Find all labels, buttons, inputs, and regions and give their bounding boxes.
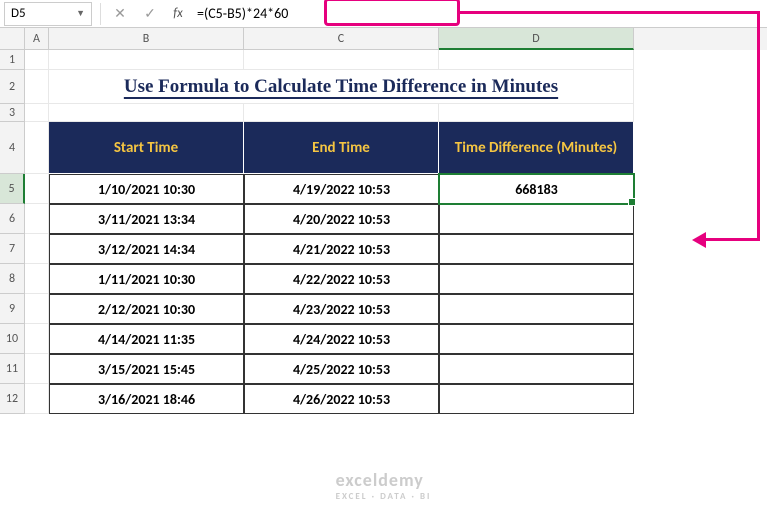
row-header-10[interactable]: 10 <box>0 324 25 354</box>
cell-D12[interactable] <box>439 384 634 414</box>
row-header-7[interactable]: 7 <box>0 234 25 264</box>
cell-A2[interactable] <box>25 70 49 104</box>
row-header-5[interactable]: 5 <box>0 174 25 204</box>
cell-C5[interactable]: 4/19/2022 10:53 <box>244 174 439 204</box>
cell-C10[interactable]: 4/24/2022 10:53 <box>244 324 439 354</box>
cell-B12[interactable]: 3/16/2021 18:46 <box>49 384 244 414</box>
row-5: 5 1/10/2021 10:304/19/2022 10:53668183 <box>0 174 767 204</box>
name-box[interactable]: D5 ▼ <box>4 2 92 26</box>
cell-C3[interactable] <box>244 104 439 122</box>
cell-B8[interactable]: 1/11/2021 10:30 <box>49 264 244 294</box>
cell-B7[interactable]: 3/12/2021 14:34 <box>49 234 244 264</box>
watermark-main: exceldemy <box>336 469 424 491</box>
row-4: 4 Start Time End Time Time Difference (M… <box>0 122 767 174</box>
row-header-12[interactable]: 12 <box>0 384 25 414</box>
cell-D10[interactable] <box>439 324 634 354</box>
chevron-down-icon: ▼ <box>76 8 85 19</box>
cell-A7[interactable] <box>25 234 49 264</box>
cell-C8[interactable]: 4/22/2022 10:53 <box>244 264 439 294</box>
annotation-arrow <box>460 11 760 14</box>
cell-D3[interactable] <box>439 104 634 122</box>
row-3: 3 <box>0 104 767 122</box>
separator <box>100 3 101 25</box>
col-header-C[interactable]: C <box>244 28 439 50</box>
header-end-time[interactable]: End Time <box>244 122 439 174</box>
cancel-icon[interactable]: ✕ <box>105 5 135 22</box>
cell-A6[interactable] <box>25 204 49 234</box>
cell-D9[interactable] <box>439 294 634 324</box>
row-header-1[interactable]: 1 <box>0 50 25 70</box>
cell-C6[interactable]: 4/20/2022 10:53 <box>244 204 439 234</box>
row-header-6[interactable]: 6 <box>0 204 25 234</box>
row-2: 2 Use Formula to Calculate Time Differen… <box>0 70 767 104</box>
name-box-value: D5 <box>11 6 26 21</box>
formula-bar: D5 ▼ ✕ ✓ fx <box>0 0 767 28</box>
cell-A3[interactable] <box>25 104 49 122</box>
cell-C9[interactable]: 4/23/2022 10:53 <box>244 294 439 324</box>
row-1: 1 <box>0 50 767 70</box>
cell-A11[interactable] <box>25 354 49 384</box>
column-headers: A B C D <box>0 28 767 50</box>
row-header-2[interactable]: 2 <box>0 70 25 104</box>
cell-C1[interactable] <box>244 50 439 70</box>
cell-B6[interactable]: 3/11/2021 13:34 <box>49 204 244 234</box>
cell-C11[interactable]: 4/25/2022 10:53 <box>244 354 439 384</box>
cell-D8[interactable] <box>439 264 634 294</box>
col-header-D[interactable]: D <box>439 28 634 50</box>
spreadsheet-grid: A B C D 1 2 Use Formula to Calculate Tim… <box>0 28 767 414</box>
cell-A12[interactable] <box>25 384 49 414</box>
row-12: 12 3/16/2021 18:464/26/2022 10:53 <box>0 384 767 414</box>
row-8: 8 1/11/2021 10:304/22/2022 10:53 <box>0 264 767 294</box>
cell-B11[interactable]: 3/15/2021 15:45 <box>49 354 244 384</box>
col-header-B[interactable]: B <box>49 28 244 50</box>
cell-A9[interactable] <box>25 294 49 324</box>
cell-B3[interactable] <box>49 104 244 122</box>
cell-A5[interactable] <box>25 174 49 204</box>
cell-B5[interactable]: 1/10/2021 10:30 <box>49 174 244 204</box>
cell-B1[interactable] <box>49 50 244 70</box>
row-header-9[interactable]: 9 <box>0 294 25 324</box>
cell-D7[interactable] <box>439 234 634 264</box>
cell-A4[interactable] <box>25 122 49 174</box>
watermark: exceldemy EXCEL · DATA · BI <box>336 469 432 502</box>
header-start-time[interactable]: Start Time <box>49 122 244 174</box>
row-10: 10 4/14/2021 11:354/24/2022 10:53 <box>0 324 767 354</box>
cell-A10[interactable] <box>25 324 49 354</box>
cell-D6[interactable] <box>439 204 634 234</box>
header-time-diff[interactable]: Time Difference (Minutes) <box>439 122 634 174</box>
row-header-3[interactable]: 3 <box>0 104 25 122</box>
title-cell[interactable]: Use Formula to Calculate Time Difference… <box>49 70 634 104</box>
row-11: 11 3/15/2021 15:454/25/2022 10:53 <box>0 354 767 384</box>
annotation-arrow <box>757 11 760 241</box>
fx-icon[interactable]: fx <box>165 6 191 21</box>
row-6: 6 3/11/2021 13:344/20/2022 10:53 <box>0 204 767 234</box>
col-header-A[interactable]: A <box>25 28 49 50</box>
cell-B9[interactable]: 2/12/2021 10:30 <box>49 294 244 324</box>
cell-A1[interactable] <box>25 50 49 70</box>
row-7: 7 3/12/2021 14:344/21/2022 10:53 <box>0 234 767 264</box>
select-all-corner[interactable] <box>0 28 25 50</box>
cell-D1[interactable] <box>439 50 634 70</box>
cell-D11[interactable] <box>439 354 634 384</box>
row-header-11[interactable]: 11 <box>0 354 25 384</box>
annotation-arrow <box>700 238 760 241</box>
cell-D5[interactable]: 668183 <box>439 174 634 204</box>
cell-B10[interactable]: 4/14/2021 11:35 <box>49 324 244 354</box>
cell-A8[interactable] <box>25 264 49 294</box>
annotation-arrow-head <box>692 232 706 248</box>
row-header-8[interactable]: 8 <box>0 264 25 294</box>
watermark-sub: EXCEL · DATA · BI <box>336 491 432 502</box>
row-9: 9 2/12/2021 10:304/23/2022 10:53 <box>0 294 767 324</box>
row-header-4[interactable]: 4 <box>0 122 25 174</box>
enter-icon[interactable]: ✓ <box>135 5 165 22</box>
cell-C7[interactable]: 4/21/2022 10:53 <box>244 234 439 264</box>
cell-C12[interactable]: 4/26/2022 10:53 <box>244 384 439 414</box>
